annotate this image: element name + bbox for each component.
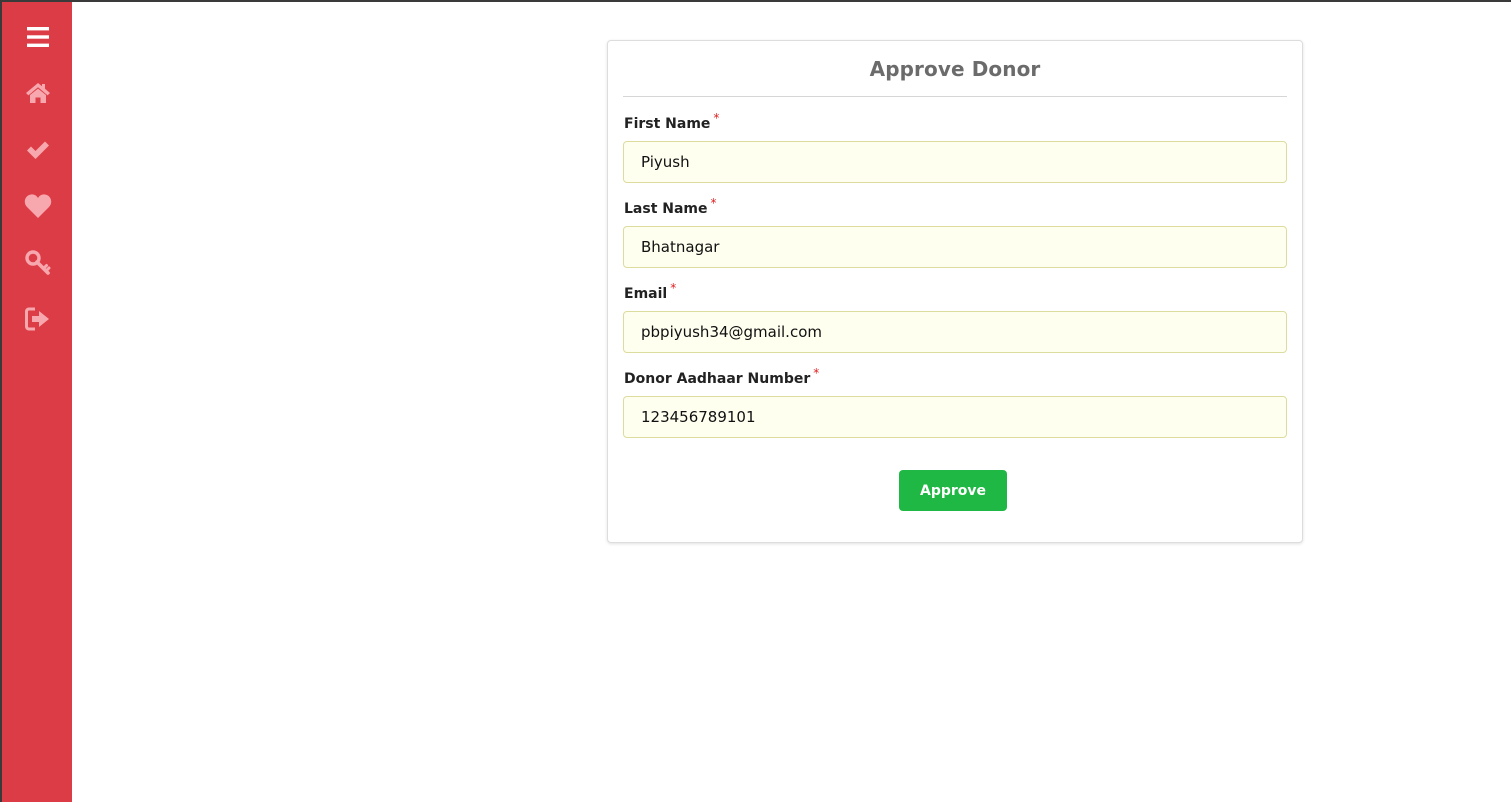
heart-icon	[24, 194, 52, 218]
required-marker: *	[813, 366, 820, 380]
key-icon	[25, 250, 51, 275]
window-top-border	[0, 0, 1511, 2]
aadhaar-label-text: Donor Aadhaar Number	[624, 371, 811, 387]
sidebar-item-approve[interactable]	[14, 128, 62, 172]
sidebar	[0, 2, 72, 802]
sidebar-item-password[interactable]	[14, 241, 62, 285]
required-marker: *	[670, 281, 677, 295]
logout-icon	[25, 307, 49, 331]
check-icon	[27, 141, 49, 159]
sidebar-item-home[interactable]	[14, 71, 62, 115]
sidebar-item-donors[interactable]	[14, 184, 62, 228]
aadhaar-input[interactable]	[623, 396, 1287, 438]
first-name-label-text: First Name	[624, 116, 711, 132]
required-marker: *	[713, 111, 720, 125]
email-label-text: Email	[624, 286, 668, 302]
last-name-label-text: Last Name	[624, 201, 708, 217]
last-name-input[interactable]	[623, 226, 1287, 268]
email-input[interactable]	[623, 311, 1287, 353]
email-label: Email *	[624, 281, 676, 302]
first-name-input[interactable]	[623, 141, 1287, 183]
card-title: Approve Donor	[869, 57, 1041, 81]
approve-donor-card: Approve Donor First Name* Last Name* Ema…	[607, 40, 1303, 543]
title-divider	[623, 96, 1287, 97]
sidebar-menu-toggle[interactable]	[14, 15, 62, 59]
first-name-label: First Name *	[624, 111, 719, 132]
sidebar-item-logout[interactable]	[14, 297, 62, 341]
home-icon	[26, 83, 50, 103]
last-name-label: Last Name *	[624, 196, 717, 217]
menu-icon	[27, 27, 49, 47]
required-marker: *	[710, 196, 717, 210]
approve-button[interactable]: Approve	[899, 470, 1007, 511]
aadhaar-label: Donor Aadhaar Number *	[624, 366, 819, 387]
